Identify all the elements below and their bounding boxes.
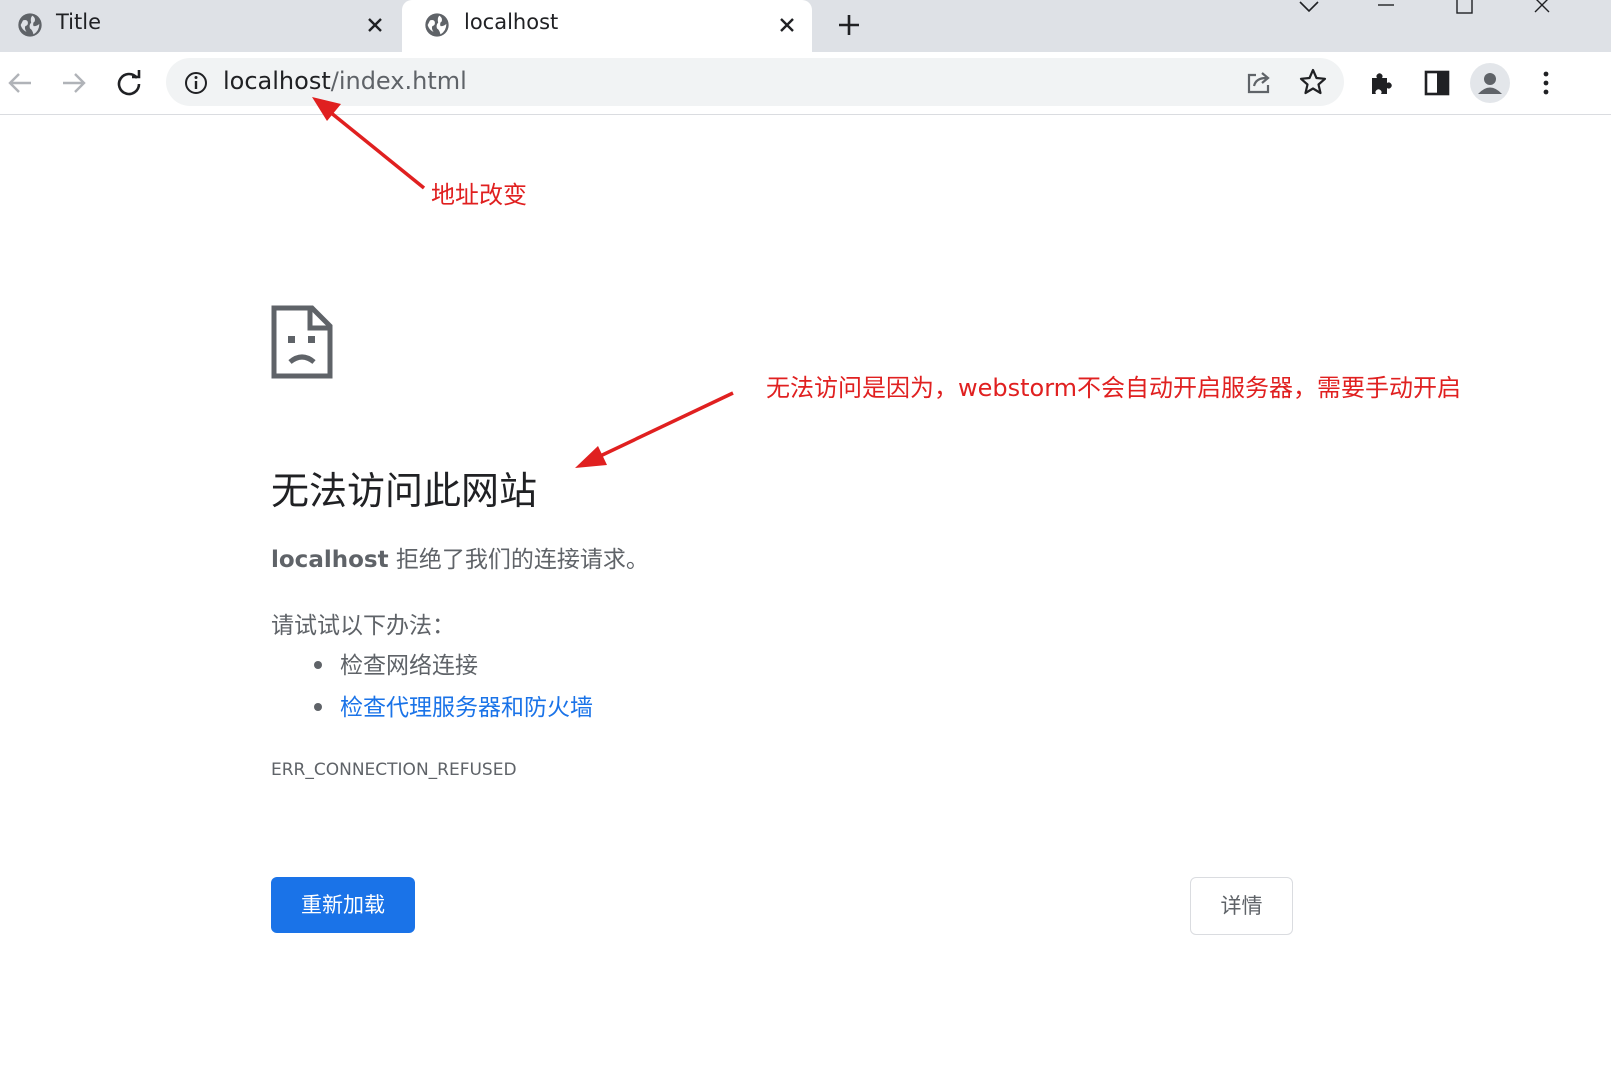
- close-window-icon[interactable]: [1532, 0, 1554, 14]
- globe-icon: [18, 13, 42, 37]
- tab-localhost[interactable]: localhost: [402, 0, 812, 52]
- annotation-reason: 无法访问是因为，webstorm不会自动开启服务器，需要手动开启: [766, 374, 1462, 402]
- bookmark-star-icon[interactable]: [1298, 67, 1328, 97]
- side-panel-icon[interactable]: [1422, 68, 1452, 98]
- url-path: /index.html: [330, 67, 467, 95]
- try-text: 请试试以下办法：: [271, 613, 455, 639]
- globe-icon: [425, 13, 449, 37]
- tab-title[interactable]: Title: [0, 0, 400, 52]
- suggestion-label: 检查网络连接: [340, 653, 478, 679]
- reload-icon[interactable]: [114, 68, 144, 98]
- minimize-icon[interactable]: [1376, 0, 1396, 14]
- refused-host: localhost: [271, 547, 389, 573]
- suggestion-item: 检查网络连接: [314, 646, 478, 680]
- annotation-address-changed: 地址改变: [431, 181, 527, 209]
- back-icon[interactable]: [5, 68, 35, 98]
- address-bar[interactable]: localhost/index.html: [166, 58, 1344, 106]
- maximize-icon[interactable]: [1455, 0, 1475, 14]
- sad-page-icon: [271, 305, 333, 379]
- toolbar: localhost/index.html: [0, 52, 1611, 115]
- arrow-to-headline: [575, 391, 734, 468]
- proxy-firewall-link[interactable]: 检查代理服务器和防火墙: [340, 695, 593, 721]
- url-host: localhost: [223, 67, 331, 95]
- more-menu-icon[interactable]: [1531, 68, 1561, 98]
- close-tab-icon[interactable]: [364, 14, 386, 36]
- forward-icon[interactable]: [59, 68, 89, 98]
- error-headline: 无法访问此网站: [271, 469, 538, 513]
- close-tab-icon[interactable]: [776, 14, 798, 36]
- tab-label: localhost: [464, 10, 559, 34]
- error-code: ERR_CONNECTION_REFUSED: [271, 760, 517, 780]
- info-icon[interactable]: [184, 71, 208, 95]
- extensions-icon[interactable]: [1367, 68, 1397, 98]
- bullet: [314, 660, 322, 669]
- tab-search-icon[interactable]: [1298, 0, 1320, 14]
- error-description: localhost 拒绝了我们的连接请求。: [271, 540, 649, 574]
- tab-strip: Title localhost: [0, 0, 1611, 52]
- share-icon[interactable]: [1244, 67, 1274, 97]
- reload-button[interactable]: 重新加载: [271, 877, 415, 933]
- person-icon: [1478, 73, 1502, 94]
- suggestion-item: 检查代理服务器和防火墙: [314, 688, 593, 722]
- url-text[interactable]: localhost/index.html: [223, 67, 467, 95]
- tab-label: Title: [56, 10, 102, 34]
- annotation-arrows: [312, 97, 734, 468]
- bullet: [314, 702, 322, 711]
- details-button[interactable]: 详情: [1190, 877, 1293, 935]
- refused-text: 拒绝了我们的连接请求。: [388, 547, 649, 573]
- new-tab-icon[interactable]: [834, 10, 864, 40]
- profile-avatar[interactable]: [1470, 63, 1510, 103]
